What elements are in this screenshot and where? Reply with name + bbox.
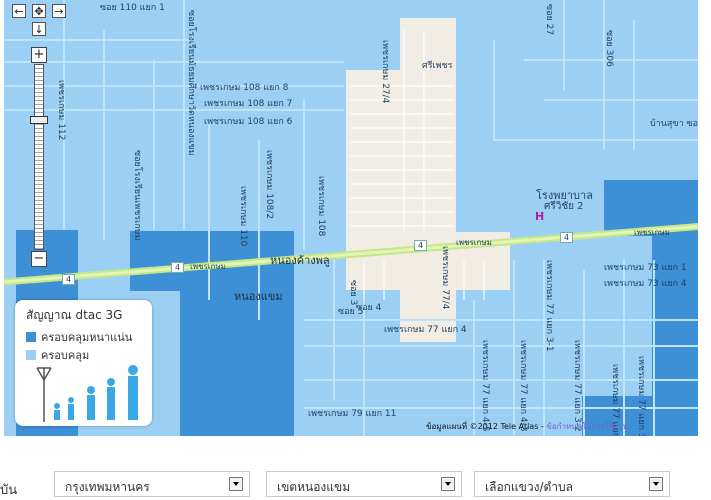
legend-item-dense: ครอบคลุมหนาแน่น [26, 328, 132, 346]
map-label: เพชรเกษม 108 แยก 8 [200, 83, 289, 93]
map-label: เพชรเกษม [634, 228, 670, 237]
route-shield: 4 [560, 232, 574, 243]
map-label: เพชรเกษม 77 แยก 3-10 [636, 356, 646, 436]
map-label: ศรีวิชัย 2 [544, 201, 584, 212]
map-label: เพชรเกษม 73 แยก 1 [604, 263, 687, 273]
district-select-value: เขตหนองแขม [277, 480, 351, 494]
map-label: บ้านสุขา ซอย [650, 119, 698, 129]
province-select-value: กรุงเทพมหานคร [65, 480, 150, 494]
pan-center-button[interactable]: ✥ [32, 4, 46, 18]
legend-swatch [26, 332, 36, 342]
dense-coverage-area [180, 287, 294, 436]
map-label: ซอย 5 [338, 307, 364, 317]
province-select[interactable]: กรุงเทพมหานคร [54, 471, 250, 497]
map-label: เพชรเกษม 108 แยก 6 [204, 117, 293, 127]
map-label: เพชรเกษม 27/4 [380, 40, 390, 104]
chevron-down-icon[interactable] [649, 477, 663, 491]
terms-link[interactable]: ข้อกำหนดในการใช้งาน [546, 422, 628, 431]
map-label: เพชรเกษม 77 แยก 3-1 [544, 260, 554, 352]
map-label: หนองแขม [234, 290, 283, 303]
filter-lead-label: บัน [0, 483, 18, 498]
pan-right-button[interactable]: → [52, 4, 66, 18]
map-label: ซอย 306 [604, 30, 614, 67]
family-illustration [36, 365, 138, 422]
map-label: ซอย 27 [544, 4, 554, 36]
map-label: ซอยโรงเรียนมัธยมศึกษาวัดหนองแขม [186, 10, 196, 156]
map-label: เพชรเกษม [456, 238, 492, 247]
route-shield: 4 [171, 262, 185, 273]
map-label: ซอยโรงเรียนเพชรเกษม [132, 150, 142, 241]
map-label: เพชรเกษม 77 แยก 4-3 [518, 340, 528, 432]
map-label: เพชรเกษม 108 [316, 176, 326, 237]
map-attribution: ข้อมูลแผนที่ ©2012 Tele Atlas - ข้อกำหนด… [426, 422, 629, 431]
map-label: เพชรเกษม 77/4 [440, 246, 450, 310]
legend-title: สัญญาณ dtac 3G [26, 308, 123, 322]
route-shield: 4 [62, 274, 76, 285]
legend-swatch [26, 350, 36, 360]
pan-left-button[interactable]: ← [12, 4, 26, 18]
map-label: เพชรเกษม 112 [56, 80, 66, 141]
chevron-down-icon[interactable] [441, 477, 455, 491]
chevron-down-icon[interactable] [229, 477, 243, 491]
map-label: เพชรเกษม 77 แยก 4-5 [480, 340, 490, 432]
map-label: ศรีเพชร [422, 61, 453, 71]
map-label: เพชรเกษม 73 แยก 4 [604, 279, 687, 289]
map-label: เพชรเกษม 77 แยก 4 [384, 325, 467, 335]
subdistrict-select-value: เลือกแขวง/ตำบล [485, 480, 574, 494]
zoom-in-button[interactable]: + [31, 47, 47, 63]
map-label: เพชรเกษม 110 [238, 186, 248, 247]
map-label: ซอย 110 แยก 1 [100, 3, 165, 13]
subdistrict-select[interactable]: เลือกแขวง/ตำบล [474, 471, 670, 497]
map-label: เพชรเกษม 77 แยก 3-2 [572, 340, 582, 432]
zoom-slider-handle[interactable] [30, 116, 48, 124]
map-label: เพชรเกษม 79 แยก 11 [308, 409, 397, 419]
map-label: เพชรเกษม 108 แยก 7 [204, 99, 293, 109]
map-label: เพชรเกษม [190, 262, 226, 271]
district-select[interactable]: เขตหนองแขม [266, 471, 462, 497]
map-label: หนองค้างพลู [270, 254, 330, 267]
zoom-slider-track[interactable] [34, 64, 44, 250]
pan-down-button[interactable]: ↓ [32, 22, 46, 36]
coverage-map[interactable]: ซอย 110 แยก 1 เพชรเกษม 108 แยก 8 เพชรเกษ… [4, 0, 698, 436]
route-shield: 4 [414, 240, 428, 251]
hospital-icon: H [535, 210, 545, 223]
coverage-legend: สัญญาณ dtac 3G ครอบคลุมหนาแน่น ครอบคลุม [15, 300, 152, 426]
map-label: เพชรเกษม 108/2 [264, 150, 274, 220]
zoom-out-button[interactable]: − [31, 251, 47, 267]
